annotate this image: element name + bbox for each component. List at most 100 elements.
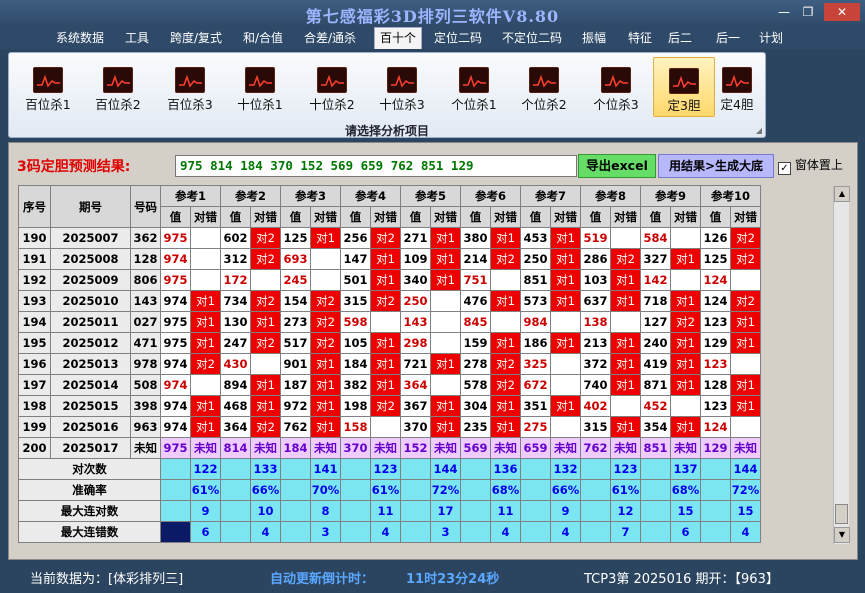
menu-item-3[interactable]: 和/合值 [240,28,286,48]
stat-value: 66% [250,479,281,501]
minimize-icon[interactable]: — [772,3,796,21]
table-row[interactable]: 191 2025008 128 974 312 对2 693 147 对1 109 对1 214 对2 2… [18,248,761,270]
ribbon-button-10[interactable]: 定4胆 [713,57,761,117]
stat-value-left [460,458,491,480]
cell-right-wrong: 未知 [730,437,761,459]
ribbon-button-3[interactable]: 十位杀1 [229,57,291,117]
cell-value: 325 [520,353,551,375]
export-excel-button[interactable]: 导出excel [578,154,656,178]
ribbon-button-label: 个位杀3 [593,97,639,112]
cell-right-wrong: 对1 [310,353,341,375]
scroll-down-icon[interactable]: ▼ [834,527,850,543]
cell-value: 351 [520,395,551,417]
cell-right-wrong [430,311,461,333]
cell-right-wrong: 对2 [310,332,341,354]
scroll-up-icon[interactable]: ▲ [834,186,850,202]
chart-icon [175,67,205,93]
cell-value: 213 [580,332,611,354]
cell-right-wrong: 对1 [250,395,281,417]
cell-right-wrong: 对1 [430,269,461,291]
ribbon-button-8[interactable]: 个位杀3 [585,57,647,117]
table-row[interactable]: 199 2025016 963 974 对1 364 对2 762 对1 158 370 对1 235 对… [18,416,761,438]
cell-value: 315 [340,290,371,312]
table-row[interactable]: 198 2025015 398 974 对1 468 对1 972 对1 198 对2 367 对1 30… [18,395,761,417]
menu-item-12[interactable]: 计划 [756,28,786,48]
cell-right-wrong: 未知 [490,437,521,459]
stat-value: 15 [730,500,761,522]
table-row[interactable]: 192 2025009 806 975 172 245 501 对1 340 对1 751 851 对1… [18,269,761,291]
table-row[interactable]: 195 2025012 471 975 对1 247 对2 517 对2 105 对1 298 159 对… [18,332,761,354]
cell-value: 851 [520,269,551,291]
ribbon-button-9[interactable]: 定3胆 [653,57,715,117]
cell-value: 123 [700,353,731,375]
maximize-icon[interactable]: ❐ [796,3,820,21]
menu-item-5[interactable]: 百十个 [374,27,422,49]
ribbon-expand-icon[interactable]: ◢ [756,126,762,135]
chart-icon [459,67,489,93]
stat-value: 61% [610,479,641,501]
ribbon-button-0[interactable]: 百位杀1 [17,57,79,117]
cell-value: 367 [400,395,431,417]
stat-value: 8 [310,500,341,522]
menu-item-9[interactable]: 特征 [624,28,656,48]
cell-value: 814 [220,437,251,459]
cell-value: 278 [460,353,491,375]
generate-base-button[interactable]: 用结果>生成大底 [658,154,774,178]
menu-item-4[interactable]: 合差/通杀 [300,28,360,48]
cell-right-wrong: 对1 [670,374,701,396]
menu-item-11[interactable]: 后一 [712,28,744,48]
menu-item-7[interactable]: 不定位二码 [498,28,566,48]
checkbox-check-icon[interactable]: ✓ [778,162,791,175]
cell-right-wrong: 对1 [310,374,341,396]
stat-value-left [580,521,611,543]
menu-item-1[interactable]: 工具 [122,28,152,48]
table-row[interactable]: 197 2025014 508 974 894 对1 187 对1 382 对1 364 578 对2 6… [18,374,761,396]
cell-value: 312 [220,248,251,270]
ribbon-button-5[interactable]: 十位杀3 [371,57,433,117]
table-row[interactable]: 196 2025013 978 974 对2 430 901 对1 184 对1 721 对1 278 对… [18,353,761,375]
cell-right-wrong: 对1 [490,227,521,249]
ribbon-button-2[interactable]: 百位杀3 [159,57,221,117]
ribbon-button-1[interactable]: 百位杀2 [87,57,149,117]
menu-item-0[interactable]: 系统数据 [54,28,106,48]
cell-number: 806 [130,269,161,291]
ribbon-button-7[interactable]: 个位杀2 [513,57,575,117]
menu-item-10[interactable]: 后二 [664,28,696,48]
cell-right-wrong: 对1 [310,395,341,417]
ribbon-button-4[interactable]: 十位杀2 [301,57,363,117]
cell-value: 103 [580,269,611,291]
cell-seq: 193 [18,290,51,312]
table-row[interactable]: 190 2025007 362 975 602 对2 125 对1 256 对2 271 对1 380 对… [18,227,761,249]
cell-number: 未知 [130,437,161,459]
cell-value: 584 [640,227,671,249]
chart-icon [317,67,347,93]
prediction-row[interactable]: 200 2025017 未知 975 未知 814 未知 184 未知 370 未知 152 未知 569… [18,437,761,459]
cell-value: 851 [640,437,671,459]
stat-value: 4 [250,521,281,543]
cell-value: 186 [520,332,551,354]
ribbon-button-6[interactable]: 个位杀1 [443,57,505,117]
ribbon-button-label: 百位杀2 [95,97,141,112]
cell-value: 578 [460,374,491,396]
close-icon[interactable]: ✕ [824,3,860,21]
cell-value: 501 [340,269,371,291]
window-ontop-checkbox[interactable]: ✓ 窗体置上 [778,157,856,175]
cell-value: 250 [400,290,431,312]
cell-value: 240 [640,332,671,354]
scrollbar-thumb[interactable] [835,504,848,524]
menu-item-2[interactable]: 跨度/复式 [166,28,226,48]
vertical-scrollbar[interactable]: ▲ ▼ [833,186,850,544]
table-row[interactable]: 194 2025011 027 975 对1 130 对1 273 对2 598 143 845 984… [18,311,761,333]
status-bar: 当前数据为：[体彩排列三] 自动更新倒计时： 11时23分24秒 TCP3第 2… [0,562,865,593]
table-row[interactable]: 193 2025010 143 974 对1 734 对2 154 对2 315 对2 250 476 对… [18,290,761,312]
menu-item-6[interactable]: 定位二码 [430,28,486,48]
menu-item-8[interactable]: 振幅 [578,28,610,48]
stat-value-left [700,521,731,543]
cell-value: 569 [460,437,491,459]
cell-value: 154 [280,290,311,312]
stat-value: 9 [550,500,581,522]
cell-value: 453 [520,227,551,249]
prediction-result-field[interactable]: 975 814 184 370 152 569 659 762 851 129 [175,155,577,177]
cell-value: 975 [160,332,191,354]
cell-number: 362 [130,227,161,249]
